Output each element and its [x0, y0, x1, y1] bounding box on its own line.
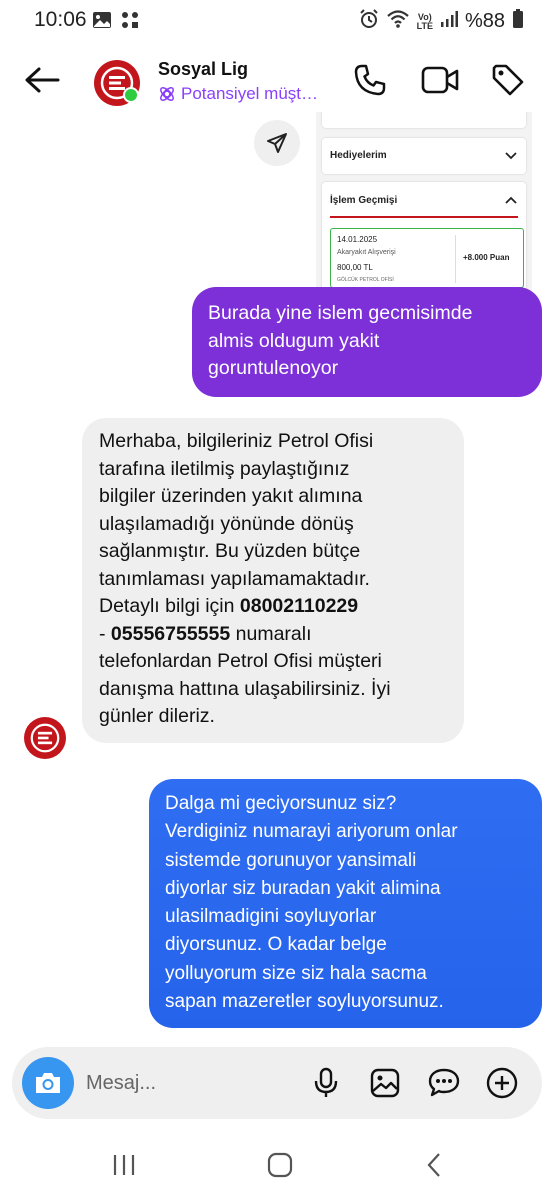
preview-history-card: İşlem Geçmişi 14.01.2025 Akaryakıt Alışv… — [322, 182, 526, 302]
dm-screen: 10:06 Vo) LTE %88 Sosyal Lig Potansiyel … — [0, 0, 554, 1200]
message-composer — [12, 1047, 542, 1119]
gallery-button[interactable] — [367, 1065, 403, 1101]
message-input[interactable] — [86, 1065, 286, 1101]
call-button[interactable] — [350, 60, 390, 100]
home-icon — [267, 1152, 293, 1178]
home-button[interactable] — [256, 1148, 304, 1182]
system-nav-bar — [0, 1130, 554, 1200]
wifi-icon — [386, 9, 410, 34]
preview-station: GÖLCÜK PETROL OFİSİ — [337, 277, 394, 283]
preview-history-title: İşlem Geçmişi — [330, 195, 398, 206]
camera-icon — [36, 1073, 60, 1093]
preview-desc: Akaryakıt Alışverişi — [337, 249, 396, 256]
chevron-up-icon — [505, 196, 517, 204]
chevron-down-icon — [505, 152, 517, 160]
shared-screenshot[interactable]: Hediyelerim İşlem Geçmişi 14.01.2025 Aka… — [316, 112, 532, 302]
video-icon — [421, 66, 459, 94]
volte-badge: Vo) LTE — [416, 11, 433, 31]
tag-icon — [492, 64, 524, 96]
more-actions-button[interactable] — [484, 1065, 520, 1101]
contact-name[interactable]: Sosyal Lig — [158, 59, 248, 80]
gallery-icon — [370, 1068, 400, 1098]
phone-number-link[interactable]: 05556755555 — [111, 623, 230, 645]
video-call-button[interactable] — [420, 60, 460, 100]
outgoing-message[interactable]: Burada yine islem gecmisimde almis oldug… — [192, 287, 542, 397]
dots-grid-icon — [120, 10, 140, 35]
ai-sparkle-icon — [160, 87, 174, 101]
preview-date: 14.01.2025 — [337, 235, 378, 244]
image-icon — [92, 10, 112, 35]
chat-header: Sosyal Lig Potansiyel müşt… — [0, 42, 554, 122]
share-button[interactable] — [254, 120, 300, 166]
preview-amount: 800,00 TL — [337, 263, 373, 272]
contact-subtitle: Potansiyel müşt… — [181, 84, 318, 103]
back-arrow-icon — [25, 67, 60, 93]
sticker-button[interactable] — [426, 1065, 462, 1101]
contact-label[interactable]: Potansiyel müşt… — [158, 84, 318, 104]
back-button[interactable] — [20, 60, 64, 100]
label-button[interactable] — [488, 60, 528, 100]
send-icon — [267, 133, 287, 153]
phone-icon — [354, 64, 386, 96]
preview-top-card — [322, 112, 526, 128]
preview-points: +8.000 Puan — [463, 253, 510, 262]
outgoing-message[interactable]: Dalga mi geciyorsunuz siz? Verdiginiz nu… — [149, 779, 542, 1029]
recent-apps-icon — [113, 1155, 135, 1175]
incoming-message[interactable]: Merhaba, bilgileriniz Petrol Ofisi taraf… — [82, 418, 464, 743]
status-bar: 10:06 Vo) LTE %88 — [0, 0, 554, 42]
sticker-icon — [428, 1068, 460, 1097]
alarm-icon — [359, 9, 379, 34]
preview-gifts-title: Hediyelerim — [330, 150, 387, 161]
preview-divider — [330, 216, 518, 218]
camera-button[interactable] — [22, 1057, 74, 1109]
phone-number-link[interactable]: 08002110229 — [240, 595, 358, 617]
nav-back-icon — [427, 1153, 440, 1177]
preview-gifts-card: Hediyelerim — [322, 138, 526, 174]
recent-apps-button[interactable] — [100, 1148, 148, 1182]
nav-back-button[interactable] — [410, 1148, 458, 1182]
brand-logo-icon — [30, 723, 60, 753]
plus-icon — [486, 1067, 518, 1099]
online-status-dot — [123, 87, 139, 103]
battery-icon — [512, 9, 524, 34]
signal-icon — [440, 10, 458, 33]
sender-avatar[interactable] — [24, 717, 66, 759]
voice-message-button[interactable] — [308, 1065, 344, 1101]
status-time: 10:06 — [34, 8, 87, 31]
preview-transaction: 14.01.2025 Akaryakıt Alışverişi 800,00 T… — [330, 228, 524, 288]
battery-percent: %88 — [464, 10, 505, 32]
microphone-icon — [314, 1067, 338, 1097]
